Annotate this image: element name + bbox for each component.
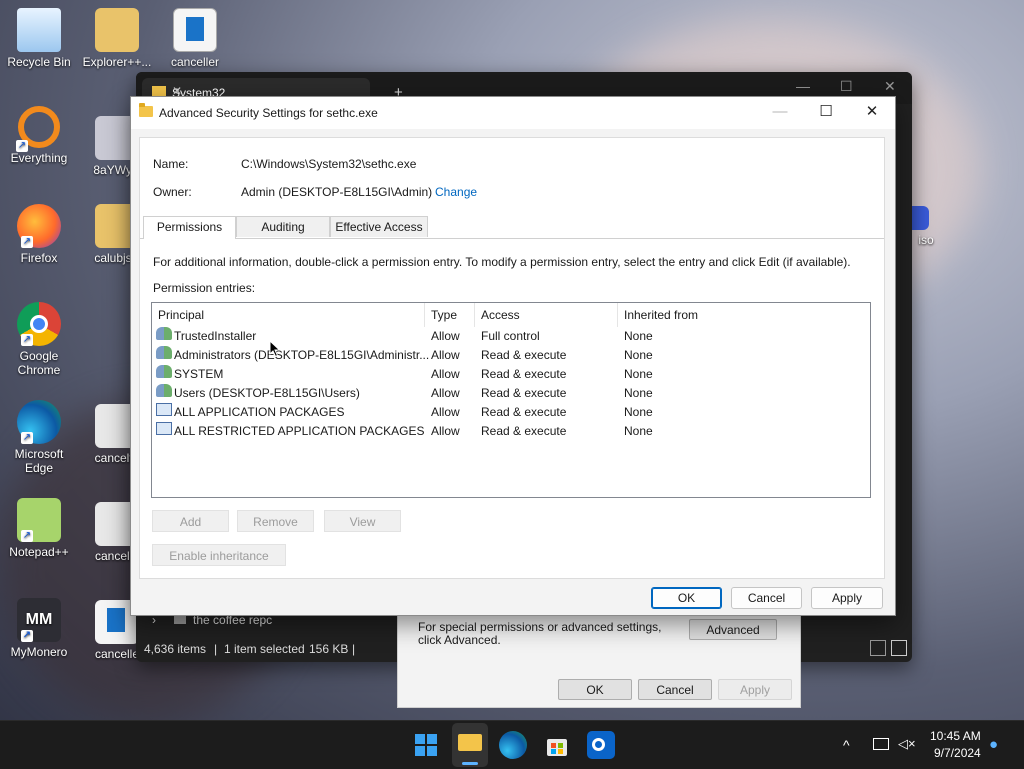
permission-row[interactable]: TrustedInstaller Allow Full control None (152, 327, 868, 346)
clock-date[interactable]: 9/7/2024 (934, 746, 981, 760)
enable-inheritance-button: Enable inheritance (152, 544, 286, 566)
users-icon (156, 327, 172, 340)
dialog-title: Advanced Security Settings for sethc.exe (159, 106, 378, 120)
status-divider: | (214, 642, 218, 656)
shortcut-arrow-icon: ↗ (21, 432, 33, 444)
users-icon (156, 384, 172, 397)
tab-permissions[interactable]: Permissions (143, 216, 236, 239)
info-text: For additional information, double-click… (153, 255, 851, 269)
dialog-title-bar: Advanced Security Settings for sethc.exe… (131, 97, 895, 129)
owner-value: Admin (DESKTOP-E8L15GI\Admin) (241, 185, 433, 199)
notification-bell-icon[interactable]: ● (989, 736, 998, 753)
advanced-button[interactable]: Advanced (689, 619, 777, 640)
chrome-icon: ↗ (17, 302, 61, 346)
network-icon[interactable] (873, 738, 889, 750)
tab-auditing[interactable]: Auditing (236, 216, 330, 237)
mouse-cursor-icon (269, 340, 281, 358)
advanced-hint-text: For special permissions or advanced sett… (418, 620, 662, 647)
minimize-icon: — (772, 103, 788, 120)
dialog-tabs: Permissions Auditing Effective Access (140, 216, 884, 239)
recycle-bin-icon (17, 8, 61, 52)
tiles-view-icon[interactable] (891, 640, 907, 656)
permission-entries-list[interactable]: Principal Type Access Inherited from Tru… (151, 302, 871, 498)
shortcut-arrow-icon: ↗ (21, 236, 33, 248)
desktop-icon-chrome[interactable]: ↗ Google Chrome (0, 302, 78, 377)
owner-label: Owner: (153, 185, 192, 199)
desktop-icon-explorer-plus[interactable]: Explorer++... (78, 8, 156, 69)
change-owner-link[interactable]: Change (435, 185, 477, 199)
package-icon (156, 422, 172, 435)
shortcut-arrow-icon: ↗ (21, 630, 33, 642)
permission-row[interactable]: ALL APPLICATION PACKAGES Allow Read & ex… (152, 403, 868, 422)
folder-icon (139, 103, 153, 117)
desktop-icon-canceller[interactable]: canceller (156, 8, 234, 69)
status-item-count: 4,636 items (144, 642, 207, 656)
remove-button: Remove (237, 510, 314, 532)
permission-row[interactable]: SYSTEM Allow Read & execute None (152, 365, 868, 384)
shortcut-arrow-icon: ↗ (21, 530, 33, 542)
volume-muted-icon[interactable]: ◁× (898, 736, 916, 752)
cancel-button[interactable]: Cancel (731, 587, 802, 609)
permission-entries-label: Permission entries: (153, 281, 256, 295)
users-icon (156, 346, 172, 359)
name-label: Name: (153, 157, 189, 171)
shortcut-arrow-icon: ↗ (21, 334, 33, 346)
props-apply-button: Apply (718, 679, 792, 700)
ok-button[interactable]: OK (651, 587, 722, 609)
column-inherited[interactable]: Inherited from (624, 303, 698, 327)
shortcut-arrow-icon: ↗ (16, 140, 28, 152)
mymonero-icon: MM ↗ (17, 598, 61, 642)
props-ok-button[interactable]: OK (558, 679, 632, 700)
permission-row[interactable]: Administrators (DESKTOP-E8L15GI\Administ… (152, 346, 868, 365)
column-access[interactable]: Access (481, 303, 618, 327)
status-selected: 1 item selected (224, 642, 305, 656)
desktop-icon-firefox[interactable]: ↗ Firefox (0, 204, 78, 265)
users-icon (156, 365, 172, 378)
folder-icon (95, 8, 139, 52)
desktop-icon-everything[interactable]: ↗ Everything (0, 106, 78, 165)
desktop-icon-recycle-bin[interactable]: Recycle Bin (0, 8, 78, 69)
add-button: Add (152, 510, 229, 532)
everything-icon: ↗ (16, 106, 60, 152)
column-type[interactable]: Type (431, 303, 475, 327)
name-value[interactable]: C:\Windows\System32\sethc.exe (241, 157, 416, 171)
document-icon (173, 8, 217, 52)
close-icon[interactable]: ✕ (849, 97, 895, 129)
edge-icon: ↗ (17, 400, 61, 444)
permissions-panel: Name: C:\Windows\System32\sethc.exe Owne… (139, 137, 885, 579)
maximize-icon[interactable]: ☐ (803, 97, 849, 129)
notepadpp-icon: ↗ (17, 498, 61, 542)
permission-row[interactable]: Users (DESKTOP-E8L15GI\Users) Allow Read… (152, 384, 868, 403)
view-button: View (324, 510, 401, 532)
apply-button[interactable]: Apply (811, 587, 883, 609)
clock-time[interactable]: 10:45 AM (930, 729, 981, 743)
firefox-icon: ↗ (17, 204, 61, 248)
permission-row[interactable]: ALL RESTRICTED APPLICATION PACKAGES Allo… (152, 422, 868, 441)
status-divider: | (352, 642, 356, 656)
outlook-icon[interactable] (587, 731, 615, 759)
props-cancel-button[interactable]: Cancel (638, 679, 712, 700)
folder-icon (152, 86, 166, 96)
status-size: 156 KB (309, 642, 349, 656)
store-icon[interactable] (543, 731, 571, 759)
file-explorer-icon[interactable] (452, 723, 488, 767)
package-icon (156, 403, 172, 416)
advanced-security-dialog: Advanced Security Settings for sethc.exe… (130, 96, 896, 616)
taskbar: ^ ◁× 10:45 AM 9/7/2024 ● (0, 720, 1024, 769)
desktop-icon-mymonero[interactable]: MM ↗ MyMonero (0, 598, 78, 659)
column-principal[interactable]: Principal (158, 303, 425, 327)
explorer-minimize-icon[interactable]: — (796, 78, 810, 94)
show-hidden-icons-chevron[interactable]: ^ (843, 737, 850, 753)
properties-dialog: For special permissions or advanced sett… (397, 612, 801, 708)
edge-icon[interactable] (499, 731, 527, 759)
desktop-icon-notepadpp[interactable]: ↗ Notepad++ (0, 498, 78, 559)
explorer-maximize-icon[interactable]: ☐ (840, 78, 853, 95)
desktop-icon-edge[interactable]: ↗ Microsoft Edge (0, 400, 78, 475)
explorer-close-icon[interactable]: ✕ (884, 78, 896, 95)
details-view-icon[interactable] (870, 640, 886, 656)
tab-effective-access[interactable]: Effective Access (330, 216, 428, 237)
start-icon[interactable] (412, 731, 440, 759)
